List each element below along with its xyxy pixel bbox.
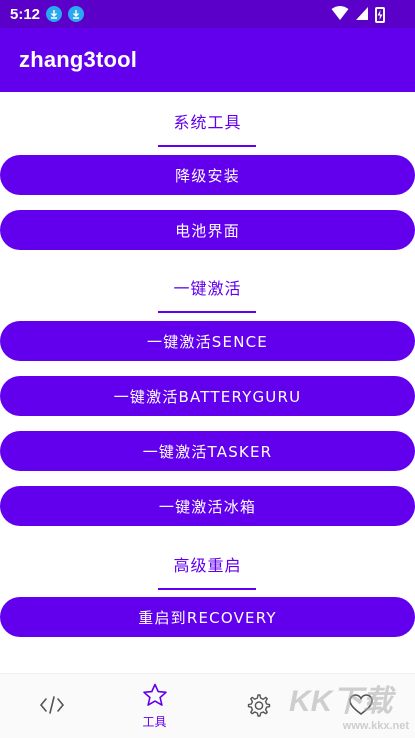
- wifi-icon: [331, 5, 349, 25]
- download-icon: [46, 6, 63, 22]
- status-time: 5:12: [10, 5, 41, 23]
- app-bar: zhang3tool: [0, 28, 415, 92]
- activate-batteryguru-button[interactable]: 一键激活BATTERYGURU: [0, 376, 415, 416]
- status-bar: 5:12: [0, 0, 415, 28]
- section-underline: [158, 588, 256, 590]
- section-header-system-tools: 系统工具: [173, 113, 242, 132]
- bottom-navigation: 工具 KK下载 www.kkx.net: [0, 673, 415, 738]
- activate-sence-button[interactable]: 一键激活SENCE: [0, 321, 415, 361]
- gear-icon: [245, 692, 271, 722]
- downgrade-install-button[interactable]: 降级安装: [0, 155, 415, 195]
- watermark-brand: KK下载: [289, 685, 393, 718]
- battery-screen-button[interactable]: 电池界面: [0, 210, 415, 250]
- tool-list: 系统工具 降级安装 电池界面 一键激活 一键激活SENCE 一键激活BATTER…: [0, 92, 415, 673]
- signal-icon: [355, 5, 369, 25]
- activate-tasker-button[interactable]: 一键激活TASKER: [0, 431, 415, 471]
- activate-icebox-button[interactable]: 一键激活冰箱: [0, 486, 415, 526]
- section-header-one-click-activate: 一键激活: [173, 279, 242, 298]
- section-underline: [158, 311, 256, 313]
- watermark-url: www.kkx.net: [342, 720, 409, 732]
- nav-label-tools: 工具: [142, 715, 167, 729]
- download-icon: [68, 6, 85, 22]
- battery-charging-icon: [375, 7, 385, 23]
- nav-item-code[interactable]: [0, 674, 103, 738]
- section-underline: [158, 145, 256, 147]
- app-title: zhang3tool: [19, 47, 138, 72]
- watermark-logo: KK下载 www.kkx.net: [289, 672, 409, 734]
- reboot-recovery-button[interactable]: 重启到RECOVERY: [0, 597, 415, 637]
- section-header-advanced-reboot: 高级重启: [173, 556, 242, 575]
- nav-item-tools[interactable]: 工具: [103, 674, 206, 738]
- code-icon: [39, 694, 65, 720]
- star-icon: [142, 683, 168, 711]
